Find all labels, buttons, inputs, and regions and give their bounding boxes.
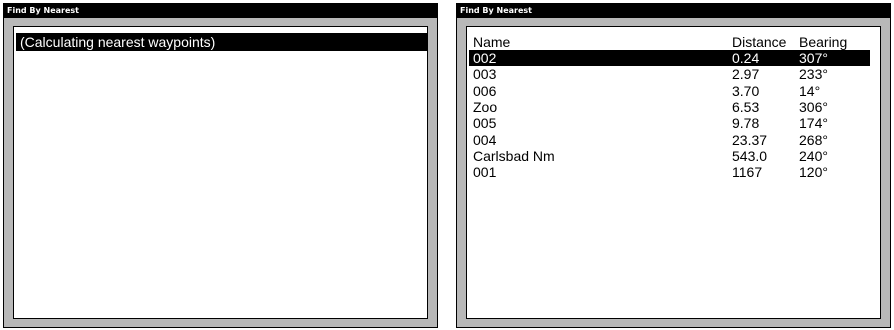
column-header-bearing[interactable]: Bearing (799, 33, 870, 50)
waypoint-distance-cell: 0.24 (732, 50, 799, 67)
waypoint-name-cell: 004 (473, 131, 497, 148)
table-row[interactable]: 005 9.78 174° (469, 115, 870, 131)
waypoint-bearing-cell: 306° (799, 99, 828, 116)
waypoint-bearing-cell: 240° (799, 147, 828, 164)
waypoint-distance-cell: 543.0 (732, 147, 768, 164)
column-header-distance[interactable]: Distance (732, 33, 799, 50)
waypoint-distance-cell: 9.78 (732, 115, 760, 132)
table-row[interactable]: Zoo 6.53 306° (469, 99, 870, 115)
waypoint-bearing-cell: 307° (799, 50, 870, 67)
waypoint-distance-cell: 2.97 (732, 66, 760, 83)
calculating-status[interactable]: (Calculating nearest waypoints) (16, 33, 427, 51)
waypoint-distance-cell: 1167 (732, 164, 763, 181)
table-row[interactable]: 002 0.24 307° (469, 50, 870, 67)
table-row[interactable]: 004 23.37 268° (469, 131, 870, 148)
window-title: Find By Nearest (4, 4, 437, 18)
waypoint-name-cell: 002 (469, 50, 732, 67)
waypoint-distance-cell: 6.53 (732, 99, 760, 116)
waypoint-name-cell: 001 (473, 164, 497, 181)
waypoint-table: Name Distance Bearing 002 0.24 307° 003 2.97… (469, 33, 870, 180)
results-panel: (Calculating nearest waypoints) (13, 26, 428, 319)
table-row[interactable]: Carlsbad Nm 543.0 240° (469, 148, 870, 164)
waypoint-bearing-cell: 174° (799, 115, 828, 132)
table-row[interactable]: 001 1167 120° (469, 164, 870, 180)
waypoint-distance-cell: 3.70 (732, 82, 760, 99)
results-panel: Name Distance Bearing 002 0.24 307° 003 2.97… (466, 26, 881, 319)
right-window: Find By Nearest Name Distance Bearing 00… (456, 3, 891, 328)
window-title: Find By Nearest (457, 4, 890, 18)
table-row[interactable]: 006 3.70 14° (469, 83, 870, 99)
waypoint-name-cell: 005 (473, 115, 497, 132)
waypoint-bearing-cell: 233° (799, 66, 828, 83)
waypoint-name-cell: Zoo (473, 99, 498, 116)
waypoint-name-cell: 003 (473, 66, 497, 83)
waypoint-name-cell: 006 (473, 82, 497, 99)
column-header-name[interactable]: Name (469, 33, 732, 50)
waypoint-bearing-cell: 268° (799, 131, 828, 148)
table-row[interactable]: 003 2.97 233° (469, 66, 870, 82)
waypoint-name-cell: Carlsbad Nm (473, 147, 555, 164)
left-window: Find By Nearest (Calculating nearest way… (3, 3, 438, 328)
waypoint-distance-cell: 23.37 (732, 131, 768, 148)
waypoint-bearing-cell: 14° (799, 82, 821, 99)
waypoint-bearing-cell: 120° (799, 164, 828, 181)
table-header: Name Distance Bearing (469, 33, 870, 50)
